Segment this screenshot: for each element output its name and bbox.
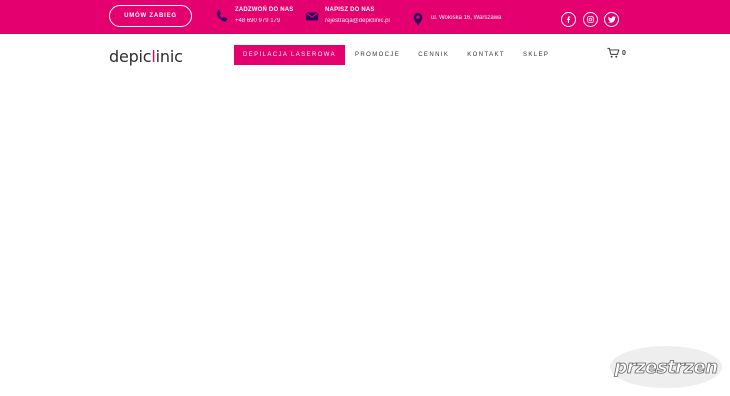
address-text: ul. Wołoska 16, Warszawa — [431, 15, 502, 21]
facebook-link[interactable] — [561, 12, 576, 27]
address-contact[interactable]: ul. Wołoska 16, Warszawa — [411, 9, 501, 27]
twitter-link[interactable] — [604, 12, 619, 27]
nav-item-kontakt[interactable]: KONTAKT — [467, 45, 505, 65]
shopping-cart[interactable]: 0 — [607, 47, 626, 59]
instagram-link[interactable] — [583, 12, 598, 27]
logo-text-end: inic — [155, 46, 183, 66]
logo-text-start: depic — [109, 46, 152, 66]
phone-title: ZADZWOŃ DO NAS — [235, 7, 294, 13]
email-contact[interactable]: NAPISZ DO NAS rejestracja@depiclinic.pl — [305, 6, 390, 27]
facebook-icon — [566, 16, 571, 23]
nav-item-promocje[interactable]: PROMOCJE — [355, 45, 400, 65]
main-navigation: DEPILACJA LASEROWA PROMOCJE CENNIK KONTA… — [234, 45, 567, 65]
phone-icon — [216, 10, 228, 22]
nav-item-sklep[interactable]: SKLEP — [523, 45, 549, 65]
top-bar: UMÓW ZABIEG ZADZWOŃ DO NAS +48 690 979 1… — [0, 0, 730, 34]
watermark-text: przestrzen — [614, 356, 718, 378]
instagram-icon — [587, 16, 594, 23]
book-appointment-button[interactable]: UMÓW ZABIEG — [109, 5, 192, 27]
nav-item-cennik[interactable]: CENNIK — [418, 45, 449, 65]
envelope-icon — [305, 12, 319, 21]
nav-item-depilacja-laserowa[interactable]: DEPILACJA LASEROWA — [234, 45, 345, 65]
email-address[interactable]: rejestracja@depiclinic.pl — [325, 15, 390, 27]
phone-number[interactable]: +48 690 979 179 — [235, 15, 293, 27]
watermark-logo: przestrzen — [610, 346, 722, 388]
map-pin-icon — [413, 12, 423, 26]
email-title: NAPISZ DO NAS — [325, 7, 375, 13]
twitter-icon — [607, 16, 616, 23]
cart-icon — [607, 47, 620, 58]
cart-count: 0 — [622, 49, 626, 57]
phone-contact[interactable]: ZADZWOŃ DO NAS +48 690 979 179 — [215, 6, 293, 27]
site-logo[interactable]: depic l inic — [109, 45, 183, 67]
